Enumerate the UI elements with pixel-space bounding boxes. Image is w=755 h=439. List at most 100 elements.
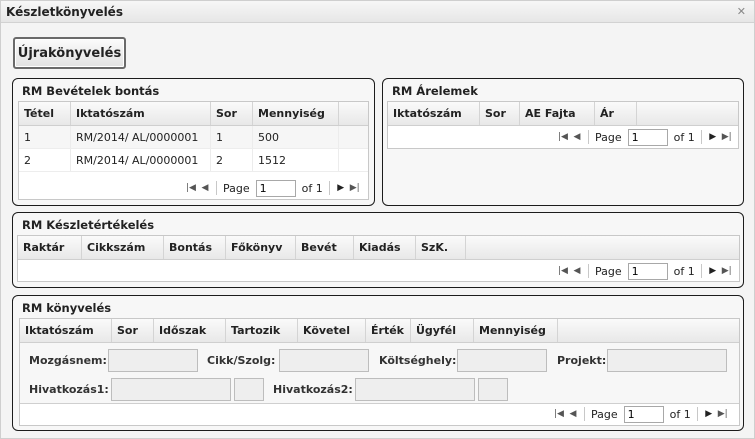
last-page-icon[interactable]: ▶|: [348, 183, 362, 193]
page-input[interactable]: [627, 128, 668, 146]
column-header[interactable]: Tétel: [19, 102, 71, 125]
table-cell: 2: [19, 149, 71, 171]
column-header[interactable]: Érték: [366, 319, 411, 342]
next-page-icon[interactable]: ▶: [334, 183, 348, 193]
first-page-icon[interactable]: |◀: [556, 132, 570, 142]
bevetelek-panel: RM Bevételek bontás Tétel Iktatószám Sor…: [12, 78, 375, 206]
cikk-szolg-field[interactable]: [279, 349, 369, 372]
hivatkozas2-field[interactable]: [355, 378, 475, 401]
prev-page-icon[interactable]: ◀: [198, 183, 212, 193]
first-page-icon[interactable]: |◀: [184, 183, 198, 193]
konyveles-title: RM könyvelés: [22, 301, 112, 315]
column-header[interactable]: Ügyfél: [411, 319, 474, 342]
projekt-field[interactable]: [607, 349, 727, 372]
column-header[interactable]: Sor: [211, 102, 253, 125]
konyveles-panel: RM könyvelés Iktatószám Sor Időszak Tart…: [12, 295, 744, 431]
table-cell: 1512: [253, 149, 339, 171]
prev-page-icon[interactable]: ◀: [570, 132, 584, 142]
pager-separator: [700, 264, 702, 278]
page-label: Page: [591, 407, 618, 421]
column-header[interactable]: Bontás: [164, 236, 226, 259]
table-cell: 500: [253, 126, 339, 148]
of-pages-label: of 1: [673, 130, 695, 144]
column-header[interactable]: Sor: [112, 319, 154, 342]
mozgasnem-field[interactable]: [108, 349, 198, 372]
keszletertekeles-panel: RM Készletértékelés Raktár Cikkszám Bont…: [12, 212, 744, 288]
window-title: Készletkönyvelés: [6, 5, 123, 19]
table-cell: RM/2014/ AL/0000001: [71, 126, 211, 148]
column-header[interactable]: Bevét: [296, 236, 354, 259]
column-header[interactable]: Cikkszám: [82, 236, 164, 259]
column-header[interactable]: Mennyiség: [474, 319, 558, 342]
column-header[interactable]: Kiadás: [354, 236, 416, 259]
column-header[interactable]: Raktár: [18, 236, 82, 259]
column-header[interactable]: Iktatószám: [388, 102, 480, 125]
bevetelek-grid: Tétel Iktatószám Sor Mennyiség 1 RM/2014…: [18, 101, 369, 200]
prev-page-icon[interactable]: ◀: [570, 266, 584, 276]
rebook-button[interactable]: Újrakönyvelés: [13, 37, 126, 69]
pager-separator: [328, 181, 330, 195]
konyveles-grid: Iktatószám Sor Időszak Tartozik Követel …: [19, 318, 740, 426]
first-page-icon[interactable]: |◀: [556, 266, 570, 276]
prev-page-icon[interactable]: ◀: [566, 409, 580, 419]
konyveles-pager: |◀ ◀ Page of 1 ▶ ▶|: [552, 403, 730, 425]
column-header[interactable]: Sor: [480, 102, 520, 125]
column-header[interactable]: Követel: [298, 319, 366, 342]
keszletkonyveles-window: Készletkönyvelés ✕ Újrakönyvelés RM Bevé…: [0, 0, 755, 439]
arelemek-title: RM Árelemek: [392, 84, 478, 98]
hivatkozas2-extra-field[interactable]: [478, 378, 508, 401]
pager-separator: [216, 181, 217, 195]
close-icon[interactable]: ✕: [737, 5, 746, 18]
column-header[interactable]: Tartozik: [226, 319, 298, 342]
projekt-label: Projekt:: [557, 354, 607, 367]
next-page-icon[interactable]: ▶: [706, 266, 720, 276]
page-input[interactable]: [255, 179, 296, 197]
keszletertekeles-title: RM Készletértékelés: [22, 218, 155, 232]
hivatkozas1-field[interactable]: [111, 378, 231, 401]
arelemek-grid-header: Iktatószám Sor AE Fajta Ár: [388, 102, 738, 126]
pager-separator: [588, 130, 589, 144]
table-row[interactable]: 1 RM/2014/ AL/0000001 1 500: [19, 126, 368, 149]
koltseghely-label: Költséghely:: [379, 354, 457, 367]
konyveles-grid-header: Iktatószám Sor Időszak Tartozik Követel …: [20, 319, 739, 343]
mozgasnem-label: Mozgásnem:: [29, 354, 107, 367]
column-header[interactable]: SzK.: [416, 236, 466, 259]
column-header[interactable]: Mennyiség: [253, 102, 339, 125]
last-page-icon[interactable]: ▶|: [720, 132, 734, 142]
pager-separator: [696, 407, 698, 421]
last-page-icon[interactable]: ▶|: [720, 266, 734, 276]
next-page-icon[interactable]: ▶: [706, 132, 720, 142]
cikk-szolg-label: Cikk/Szolg:: [207, 354, 276, 367]
hivatkozas2-label: Hivatkozás2:: [273, 383, 353, 396]
column-header[interactable]: Főkönyv: [226, 236, 296, 259]
first-page-icon[interactable]: |◀: [552, 409, 566, 419]
bevetelek-pager: |◀ ◀ Page of 1 ▶ ▶|: [184, 177, 362, 199]
hivatkozas1-extra-field[interactable]: [234, 378, 264, 401]
table-cell: 1: [211, 126, 253, 148]
next-page-icon[interactable]: ▶: [702, 409, 716, 419]
table-cell: RM/2014/ AL/0000001: [71, 149, 211, 171]
column-header[interactable]: Iktatószám: [71, 102, 211, 125]
table-row[interactable]: 2 RM/2014/ AL/0000001 2 1512: [19, 149, 368, 172]
column-header[interactable]: Iktatószám: [20, 319, 112, 342]
keszletertekeles-grid: Raktár Cikkszám Bontás Főkönyv Bevét Kia…: [17, 235, 740, 282]
keszletertekeles-grid-header: Raktár Cikkszám Bontás Főkönyv Bevét Kia…: [18, 236, 739, 260]
keszletertekeles-pager: |◀ ◀ Page of 1 ▶ ▶|: [556, 260, 734, 282]
column-header[interactable]: Időszak: [154, 319, 226, 342]
page-input[interactable]: [627, 262, 668, 280]
page-input[interactable]: [623, 405, 664, 423]
pager-separator: [700, 130, 702, 144]
koltseghely-field[interactable]: [457, 349, 547, 372]
table-cell: 1: [19, 126, 71, 148]
page-label: Page: [595, 264, 622, 278]
pager-separator: [584, 407, 585, 421]
last-page-icon[interactable]: ▶|: [716, 409, 730, 419]
of-pages-label: of 1: [673, 264, 695, 278]
pager-separator: [588, 264, 589, 278]
arelemek-grid: Iktatószám Sor AE Fajta Ár |◀ ◀ Page of …: [387, 101, 739, 149]
table-cell: 2: [211, 149, 253, 171]
bevetelek-grid-header: Tétel Iktatószám Sor Mennyiség: [19, 102, 368, 126]
of-pages-label: of 1: [301, 181, 323, 195]
column-header[interactable]: AE Fajta: [520, 102, 595, 125]
column-header[interactable]: Ár: [595, 102, 637, 125]
